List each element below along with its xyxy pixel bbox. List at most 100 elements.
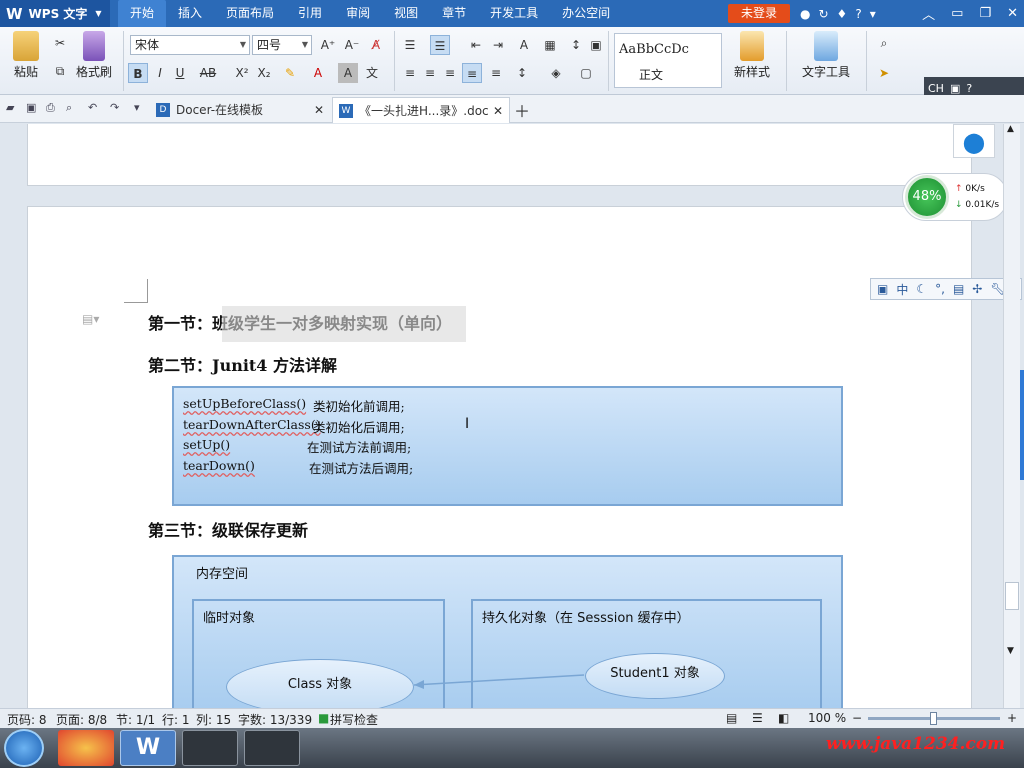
shading-icon[interactable]: ◈ xyxy=(546,63,566,83)
moon-icon[interactable]: ☾ xyxy=(916,282,927,296)
copy-icon[interactable]: ⧉ xyxy=(50,61,70,81)
scroll-down-icon[interactable]: ▼ xyxy=(1007,646,1014,656)
align-center-icon[interactable]: ≡ xyxy=(420,63,440,83)
font-color-icon[interactable]: A xyxy=(308,63,328,83)
restore-icon[interactable]: ❐ xyxy=(979,6,991,21)
view-page-icon[interactable]: ▤ xyxy=(726,711,737,725)
taskbar-app-icon[interactable] xyxy=(182,730,238,766)
paragraph-handle-icon[interactable]: ▤▾ xyxy=(82,312,99,326)
save-icon[interactable]: ▣ xyxy=(26,101,42,117)
tab-developer[interactable]: 开发工具 xyxy=(478,0,550,27)
font-size-select[interactable]: 四号 ▼ xyxy=(252,35,312,55)
highlight-icon[interactable]: ✎ xyxy=(280,63,300,83)
spell-check[interactable]: 拼写检查 xyxy=(330,711,378,728)
italic-icon[interactable]: I xyxy=(150,63,170,83)
view-outline-icon[interactable]: ☰ xyxy=(752,711,763,725)
scroll-thumb[interactable] xyxy=(1005,582,1019,610)
redo-icon[interactable]: ↷ xyxy=(110,101,126,117)
wps-writer-taskbar-icon[interactable]: W xyxy=(120,730,176,766)
style-gallery[interactable]: AaBbCcDc 正文 xyxy=(614,33,722,88)
tab-home[interactable]: 开始 xyxy=(118,0,167,27)
char-shading-icon[interactable]: A xyxy=(338,63,358,83)
paste-button[interactable]: 粘贴 xyxy=(6,27,46,80)
print-icon[interactable]: ⎙ xyxy=(46,101,62,117)
bold-icon[interactable]: B xyxy=(128,63,148,83)
tab-references[interactable]: 引用 xyxy=(286,0,334,27)
sort-icon[interactable]: ↕ xyxy=(566,35,586,55)
tab-review[interactable]: 审阅 xyxy=(334,0,382,27)
help-icon[interactable]: ? xyxy=(966,82,972,95)
punctuation-icon[interactable]: °, xyxy=(935,282,945,296)
text-tools-button[interactable]: 文字工具 xyxy=(794,27,858,80)
scroll-up-icon[interactable]: ▲ xyxy=(1007,124,1014,134)
pinned-app-icon[interactable] xyxy=(58,730,114,766)
strikethrough-icon[interactable]: AB xyxy=(198,63,218,83)
tab-document[interactable]: W 《一头扎进H...录》.doc ✕ xyxy=(332,97,510,123)
start-button[interactable] xyxy=(4,729,44,767)
chevron-down-icon[interactable]: ▾ xyxy=(870,7,876,21)
ime-chinese-mode[interactable]: 中 xyxy=(896,281,908,298)
tab-insert[interactable]: 插入 xyxy=(166,0,214,27)
zoom-thumb[interactable] xyxy=(930,712,937,725)
superscript-icon[interactable]: X² xyxy=(232,63,252,83)
view-web-icon[interactable]: ◧ xyxy=(778,711,789,725)
help-icon[interactable]: ? xyxy=(855,7,861,21)
cut-icon[interactable]: ✂ xyxy=(50,33,70,53)
settings-icon[interactable]: ✢ xyxy=(972,282,982,296)
increase-indent-icon[interactable]: ⇥ xyxy=(488,35,508,55)
align-left-icon[interactable]: ≡ xyxy=(400,63,420,83)
bullet-list-icon[interactable]: ☰ xyxy=(400,35,420,55)
select-icon[interactable]: ➤ xyxy=(874,63,894,83)
format-painter-button[interactable]: 格式刷 xyxy=(74,27,114,80)
skin-icon[interactable]: ● xyxy=(800,7,810,21)
document-canvas[interactable]: ▤▾ 第一节：班级学生一对多映射实现（单向） 第二节：Junit4 方法详解 s… xyxy=(0,124,1003,708)
collapse-ribbon-icon[interactable]: ︿ xyxy=(922,4,935,23)
close-icon[interactable]: ✕ xyxy=(1007,6,1018,21)
taskbar-app-icon[interactable] xyxy=(244,730,300,766)
side-panel-handle[interactable] xyxy=(1020,370,1024,480)
open-icon[interactable]: ▰ xyxy=(6,101,22,117)
numbered-list-icon[interactable]: ☰ xyxy=(430,35,450,55)
zoom-level[interactable]: 100 % xyxy=(808,711,846,725)
line-spacing-icon[interactable]: ↕ xyxy=(512,63,532,83)
network-speed-widget[interactable]: 48% ↑ 0K/s ↓ 0.01K/s xyxy=(902,173,1008,221)
close-icon[interactable]: ✕ xyxy=(314,97,324,123)
tab-office-space[interactable]: 办公空间 xyxy=(550,0,622,27)
status-words[interactable]: 字数: 13/339 xyxy=(238,711,312,728)
shirt-icon[interactable]: ♦ xyxy=(837,7,848,21)
location-pin-icon[interactable]: ⬤ xyxy=(953,124,995,158)
align-right-icon[interactable]: ≡ xyxy=(440,63,460,83)
keyboard-icon[interactable]: ▣ xyxy=(950,82,960,95)
shrink-font-icon[interactable]: A⁻ xyxy=(342,35,362,55)
ime-lang[interactable]: CH xyxy=(928,82,944,95)
zoom-out-icon[interactable]: − xyxy=(852,711,862,725)
print-preview-icon[interactable]: ⌕ xyxy=(66,101,82,117)
phonetic-icon[interactable]: 文 xyxy=(362,63,382,83)
tab-docer[interactable]: D Docer-在线模板 ✕ xyxy=(150,97,330,123)
vertical-scrollbar[interactable]: ▲ ▼ xyxy=(1003,124,1020,708)
tab-section[interactable]: 章节 xyxy=(430,0,478,27)
keyboard-icon[interactable]: ▤ xyxy=(953,282,964,296)
refresh-icon[interactable]: ↻ xyxy=(818,7,828,21)
show-marks-icon[interactable]: ▣ xyxy=(586,35,606,55)
chevron-down-icon[interactable]: ▾ xyxy=(134,101,150,117)
undo-icon[interactable]: ↶ xyxy=(88,101,104,117)
underline-icon[interactable]: U xyxy=(170,63,190,83)
text-direction-icon[interactable]: A xyxy=(514,35,534,55)
zoom-in-icon[interactable]: + xyxy=(1007,711,1017,725)
font-name-select[interactable]: 宋体 ▼ xyxy=(130,35,250,55)
grow-font-icon[interactable]: A⁺ xyxy=(318,35,338,55)
ime-logo-icon[interactable]: ▣ xyxy=(877,282,888,296)
add-tab-icon[interactable]: ＋ xyxy=(514,98,530,122)
tab-view[interactable]: 视图 xyxy=(382,0,430,27)
close-icon[interactable]: ✕ xyxy=(493,98,503,124)
new-style-button[interactable]: 新样式 xyxy=(726,27,778,80)
subscript-icon[interactable]: X₂ xyxy=(254,63,274,83)
borders-icon[interactable]: ▢ xyxy=(576,63,596,83)
find-icon[interactable]: ⌕ xyxy=(874,33,894,53)
app-menu-button[interactable]: W WPS 文字 ▼ xyxy=(0,0,110,27)
clear-format-icon[interactable]: A̸ xyxy=(366,35,386,55)
distribute-icon[interactable]: ≡ xyxy=(486,63,506,83)
justify-icon[interactable]: ≡ xyxy=(462,63,482,83)
decrease-indent-icon[interactable]: ⇤ xyxy=(466,35,486,55)
